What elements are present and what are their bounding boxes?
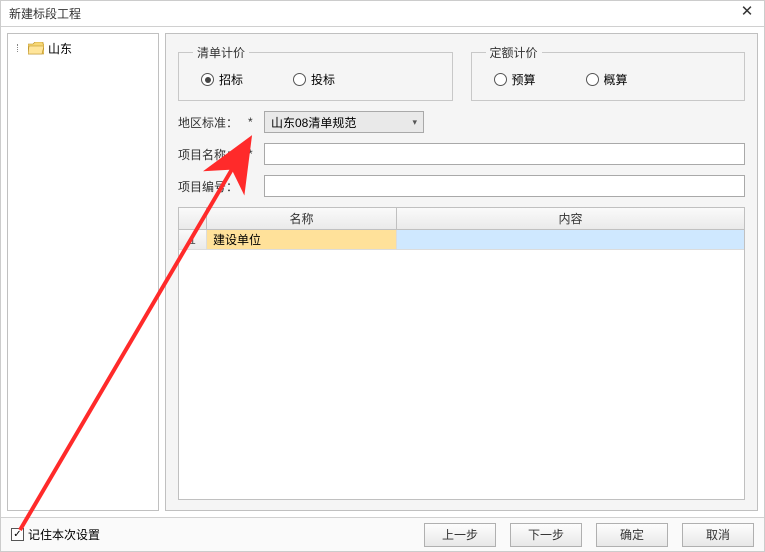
radio-label: 概算	[604, 71, 628, 88]
checkbox-icon: ✓	[11, 528, 24, 541]
radio-estimate[interactable]: 概算	[586, 71, 628, 88]
table-body: 1 建设单位	[179, 230, 744, 499]
pricing-groups: 清单计价 招标 投标 定额计价	[178, 44, 745, 101]
main-panel: 清单计价 招标 投标 定额计价	[165, 33, 758, 511]
col-header-name: 名称	[207, 208, 397, 229]
group-list-pricing: 清单计价 招标 投标	[178, 44, 453, 101]
region-label: 地区标准：	[178, 114, 242, 131]
row-project-name: 项目名称： *	[178, 143, 745, 165]
radio-icon	[201, 73, 214, 86]
cell-index: 1	[179, 230, 207, 250]
tree-panel: 山东	[7, 33, 159, 511]
region-dropdown-value: 山东08清单规范	[271, 114, 356, 131]
remember-setting[interactable]: ✓ 记住本次设置	[11, 526, 100, 543]
remember-label: 记住本次设置	[28, 526, 100, 543]
tree-item-label: 山东	[48, 40, 72, 57]
col-header-content: 内容	[397, 208, 744, 229]
radio-bid[interactable]: 招标	[201, 71, 243, 88]
radio-budget[interactable]: 预算	[494, 71, 536, 88]
title-bar: 新建标段工程 ✕	[1, 1, 764, 27]
region-dropdown[interactable]: 山东08清单规范 ▾	[264, 111, 424, 133]
ok-button[interactable]: 确定	[596, 523, 668, 547]
tree-connector-icon	[14, 44, 24, 54]
prev-button[interactable]: 上一步	[424, 523, 496, 547]
chevron-down-icon: ▾	[412, 117, 417, 128]
group-quota-pricing-legend: 定额计价	[486, 44, 542, 61]
dialog-window: 新建标段工程 ✕ 山东 清单计价	[0, 0, 765, 552]
list-pricing-radios: 招标 投标	[193, 71, 438, 88]
dialog-title: 新建标段工程	[9, 5, 81, 22]
blank-star	[248, 179, 258, 193]
radio-icon	[293, 73, 306, 86]
required-star: *	[248, 115, 258, 129]
tree-item-root[interactable]: 山东	[12, 38, 154, 59]
radio-label: 预算	[512, 71, 536, 88]
radio-icon	[586, 73, 599, 86]
project-no-input[interactable]	[264, 175, 745, 197]
next-button[interactable]: 下一步	[510, 523, 582, 547]
table-header: 名称 内容	[179, 208, 744, 230]
group-list-pricing-legend: 清单计价	[193, 44, 249, 61]
project-no-label: 项目编号：	[178, 178, 242, 195]
radio-label: 招标	[219, 71, 243, 88]
quota-pricing-radios: 预算 概算	[486, 71, 731, 88]
cancel-button[interactable]: 取消	[682, 523, 754, 547]
dialog-body: 山东 清单计价 招标 投标	[1, 27, 764, 517]
table-row[interactable]: 1 建设单位	[179, 230, 744, 250]
details-table: 名称 内容 1 建设单位	[178, 207, 745, 500]
close-icon[interactable]: ✕	[738, 5, 756, 23]
radio-icon	[494, 73, 507, 86]
radio-label: 投标	[311, 71, 335, 88]
project-name-input[interactable]	[264, 143, 745, 165]
row-project-no: 项目编号：	[178, 175, 745, 197]
footer-buttons: 上一步 下一步 确定 取消	[424, 523, 754, 547]
group-quota-pricing: 定额计价 预算 概算	[471, 44, 746, 101]
radio-tender[interactable]: 投标	[293, 71, 335, 88]
required-star: *	[248, 147, 258, 161]
row-region-standard: 地区标准： * 山东08清单规范 ▾	[178, 111, 745, 133]
folder-icon	[28, 42, 44, 55]
col-header-index	[179, 208, 207, 229]
cell-content[interactable]	[397, 230, 744, 250]
cell-name: 建设单位	[207, 230, 397, 250]
project-name-label: 项目名称：	[178, 146, 242, 163]
dialog-footer: ✓ 记住本次设置 上一步 下一步 确定 取消	[1, 517, 764, 551]
